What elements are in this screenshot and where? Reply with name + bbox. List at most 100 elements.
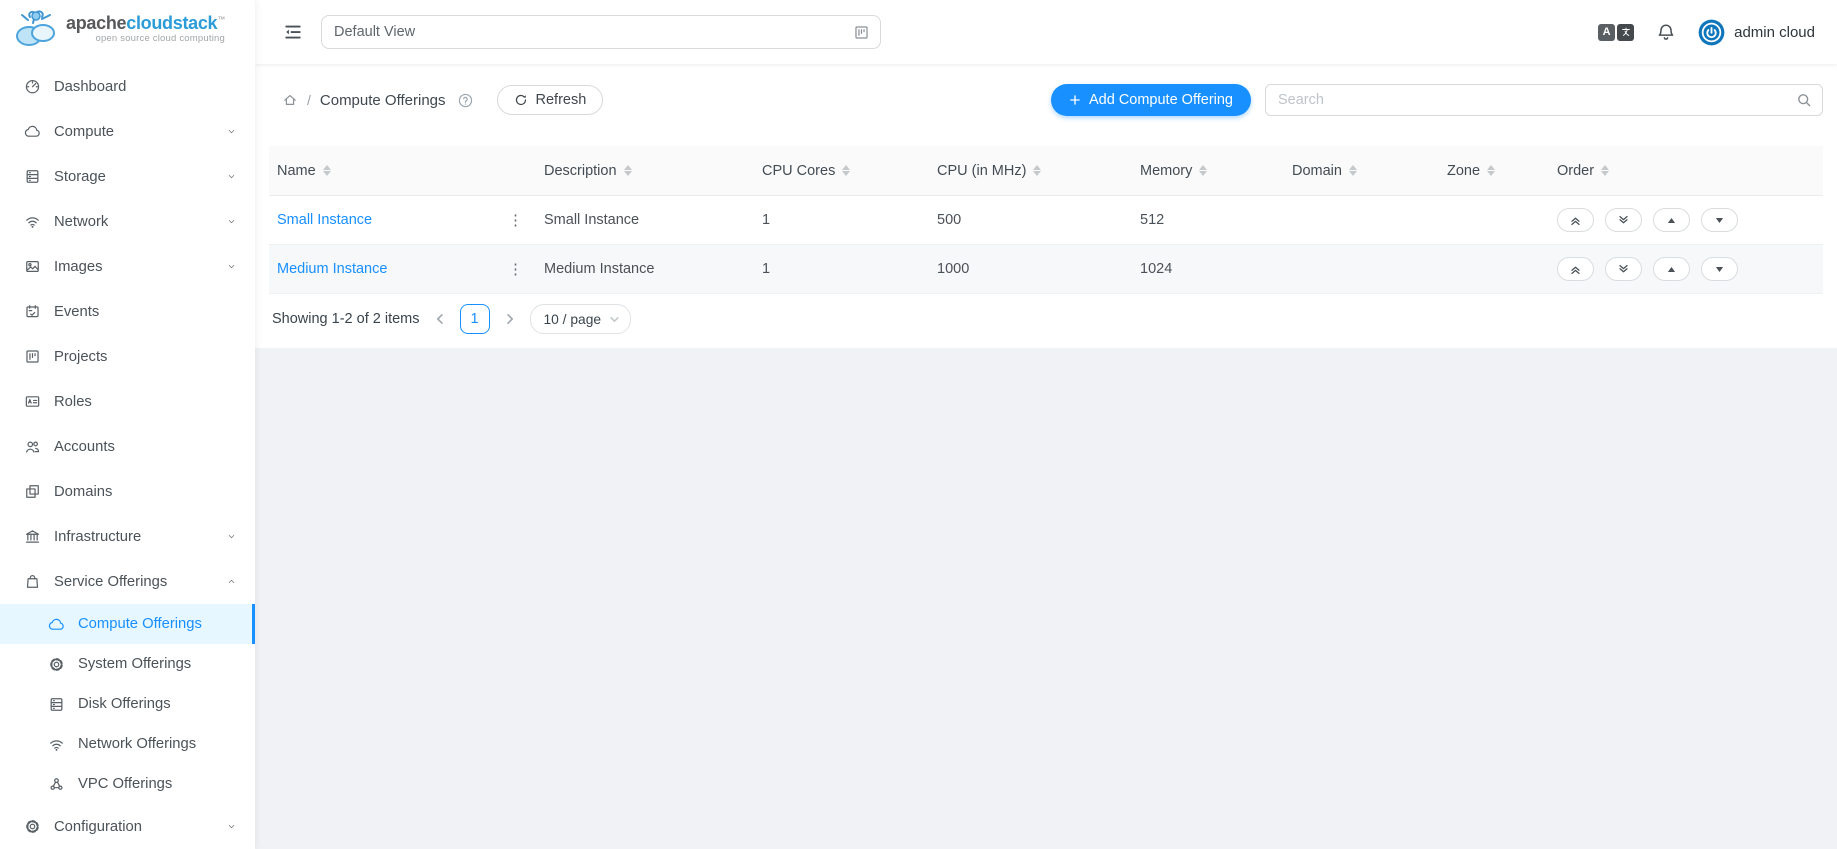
view-selector-input[interactable]: [334, 24, 845, 40]
sorter-icon[interactable]: [1349, 165, 1357, 176]
user-menu[interactable]: admin cloud: [1698, 19, 1815, 46]
sidebar-item-infrastructure[interactable]: Infrastructure: [0, 514, 255, 559]
table-row: Medium Instance ⋮ Medium Instance 1 1000…: [269, 245, 1823, 294]
column-header-cpu-mhz[interactable]: CPU (in MHz): [929, 163, 1132, 179]
caret-up-icon: [1665, 263, 1678, 276]
sorter-icon[interactable]: [842, 165, 850, 176]
sorter-icon[interactable]: [1033, 165, 1041, 176]
sidebar-item-domains[interactable]: Domains: [0, 469, 255, 514]
add-compute-offering-button[interactable]: Add Compute Offering: [1051, 84, 1251, 116]
chevron-down-icon: [226, 821, 237, 832]
chevron-down-icon: [226, 126, 237, 137]
content-area: / Compute Offerings Refresh Add Compute …: [255, 64, 1837, 849]
row-actions-button[interactable]: ⋮: [504, 211, 536, 229]
picture-icon: [24, 258, 41, 275]
column-header-order[interactable]: Order: [1549, 163, 1823, 179]
sidebar-item-network-offerings[interactable]: Network Offerings: [0, 724, 255, 764]
move-down-button[interactable]: [1701, 208, 1738, 232]
dashboard-icon: [24, 78, 41, 95]
page-title: Compute Offerings: [320, 92, 446, 109]
page-size-select[interactable]: 10 / page: [530, 304, 632, 334]
view-selector[interactable]: [321, 15, 881, 49]
sorter-icon[interactable]: [1601, 165, 1609, 176]
caret-down-icon: [1713, 214, 1726, 227]
chevron-down-icon: [609, 314, 620, 325]
page-number-button[interactable]: 1: [460, 304, 490, 334]
sidebar-item-roles[interactable]: Roles: [0, 379, 255, 424]
row-actions-button[interactable]: ⋮: [504, 260, 536, 278]
calendar-check-icon: [24, 303, 41, 320]
cpu-cores-cell: 1: [754, 212, 929, 228]
translate-icon[interactable]: A: [1598, 24, 1634, 41]
menu-fold-icon[interactable]: [283, 22, 303, 42]
search-box[interactable]: [1265, 84, 1823, 116]
sidebar-item-compute-offerings[interactable]: Compute Offerings: [0, 604, 255, 644]
logo-tagline: open source cloud computing: [66, 34, 225, 44]
home-icon[interactable]: [282, 92, 298, 108]
shopping-bag-icon: [24, 573, 41, 590]
sidebar-item-vpc-offerings[interactable]: VPC Offerings: [0, 764, 255, 804]
table-row: Small Instance ⋮ Small Instance 1 500 51…: [269, 196, 1823, 245]
move-to-top-button[interactable]: [1557, 208, 1594, 232]
move-to-bottom-button[interactable]: [1605, 257, 1642, 281]
sorter-icon[interactable]: [1487, 165, 1495, 176]
chevron-down-icon: [226, 531, 237, 542]
sidebar-item-dashboard[interactable]: Dashboard: [0, 64, 255, 109]
search-input[interactable]: [1278, 92, 1796, 108]
sidebar-item-projects[interactable]: Projects: [0, 334, 255, 379]
notification-bell-icon[interactable]: [1656, 22, 1676, 42]
cloud-icon: [24, 123, 41, 140]
cloudstack-logo[interactable]: apachecloudstack™ open source cloud comp…: [0, 0, 255, 58]
sorter-icon[interactable]: [323, 165, 331, 176]
column-header-name[interactable]: Name: [269, 163, 504, 179]
previous-page-icon[interactable]: [433, 312, 447, 326]
block-icon: [24, 483, 41, 500]
move-to-top-button[interactable]: [1557, 257, 1594, 281]
help-question-icon[interactable]: [457, 92, 474, 109]
column-header-cpu-cores[interactable]: CPU Cores: [754, 163, 929, 179]
move-up-button[interactable]: [1653, 208, 1690, 232]
logo-wordmark: apachecloudstack™: [66, 14, 225, 32]
search-icon[interactable]: [1796, 92, 1812, 108]
sidebar-item-accounts[interactable]: Accounts: [0, 424, 255, 469]
storage-icon: [48, 696, 65, 713]
sorter-icon[interactable]: [624, 165, 632, 176]
storage-icon: [24, 168, 41, 185]
double-chevron-down-icon: [1617, 214, 1630, 227]
offering-name-cell: Small Instance: [269, 212, 504, 228]
sidebar-item-system-offerings[interactable]: System Offerings: [0, 644, 255, 684]
layout-background: [255, 348, 1837, 849]
sorter-icon[interactable]: [1199, 165, 1207, 176]
column-header-description[interactable]: Description: [536, 163, 754, 179]
offering-name-link[interactable]: Medium Instance: [277, 261, 387, 277]
sidebar-item-events[interactable]: Events: [0, 289, 255, 334]
user-avatar: [1698, 19, 1725, 46]
offering-name-cell: Medium Instance: [269, 261, 504, 277]
move-down-button[interactable]: [1701, 257, 1738, 281]
chevron-down-icon: [226, 261, 237, 272]
project-view-icon[interactable]: [853, 24, 870, 41]
sidebar-item-network[interactable]: Network: [0, 199, 255, 244]
column-header-domain[interactable]: Domain: [1284, 163, 1439, 179]
sidebar-item-storage[interactable]: Storage: [0, 154, 255, 199]
move-up-button[interactable]: [1653, 257, 1690, 281]
compute-offerings-table: Name Description CPU Cores CPU (in MHz) …: [269, 146, 1823, 294]
sidebar-item-disk-offerings[interactable]: Disk Offerings: [0, 684, 255, 724]
sidebar-item-service-offerings[interactable]: Service Offerings: [0, 559, 255, 604]
sidebar-item-compute[interactable]: Compute: [0, 109, 255, 154]
main-column: A admin cloud / Comp: [255, 0, 1837, 849]
app-window: apachecloudstack™ open source cloud comp…: [0, 0, 1837, 849]
pagination: Showing 1-2 of 2 items 1 10 / page: [269, 303, 1823, 335]
refresh-button[interactable]: Refresh: [497, 85, 604, 115]
column-header-memory[interactable]: Memory: [1132, 163, 1284, 179]
sidebar-item-configuration[interactable]: Configuration: [0, 804, 255, 849]
next-page-icon[interactable]: [503, 312, 517, 326]
offering-name-link[interactable]: Small Instance: [277, 212, 372, 228]
user-name: admin cloud: [1734, 24, 1815, 41]
column-header-zone[interactable]: Zone: [1439, 163, 1549, 179]
wifi-icon: [48, 736, 65, 753]
cloud-monkey-logo-icon: [14, 8, 60, 50]
chevron-down-icon: [226, 171, 237, 182]
move-to-bottom-button[interactable]: [1605, 208, 1642, 232]
sidebar-item-images[interactable]: Images: [0, 244, 255, 289]
